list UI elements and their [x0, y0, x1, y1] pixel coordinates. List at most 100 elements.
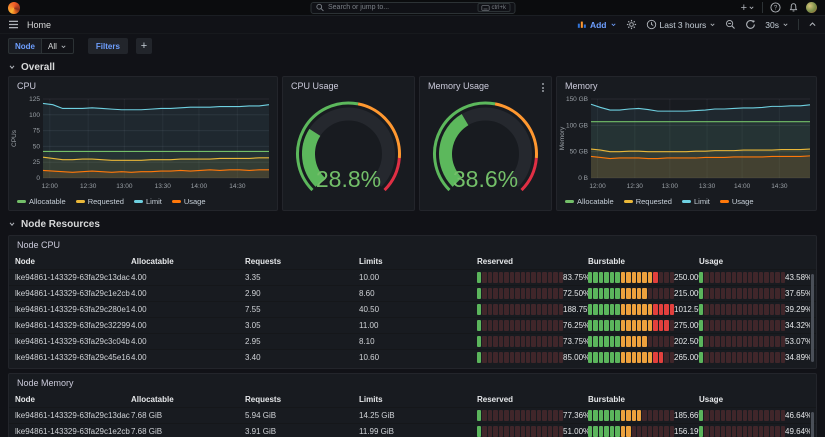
column-header[interactable]: Node — [15, 395, 131, 404]
variable-node: Node All — [8, 38, 74, 54]
gauge-value: 1012.50% — [674, 305, 699, 314]
gauge-value: 43.58% — [785, 273, 810, 282]
toolbar-right: Add Last 3 hours 30s — [577, 19, 817, 30]
chevron-down-icon — [710, 23, 715, 27]
legend-item[interactable]: Requested — [623, 197, 672, 206]
gauge-value: 34.89% — [785, 353, 810, 362]
svg-text:Memory: Memory — [559, 126, 566, 150]
column-header[interactable]: Usage — [699, 395, 810, 404]
filters-button[interactable]: Filters — [87, 38, 128, 54]
section-node-resources[interactable]: Node Resources — [8, 217, 817, 231]
gauge-value: 202.50% — [674, 337, 699, 346]
legend-item[interactable]: Requested — [75, 197, 124, 206]
dashboard-toolbar: Home Add Last 3 hours 30s — [0, 16, 825, 34]
add-filter-button[interactable]: + — [135, 38, 152, 54]
gauge-value: 37.65% — [785, 289, 810, 298]
panel-title[interactable]: CPU Usage — [283, 77, 414, 94]
chevron-down-icon — [61, 45, 66, 48]
panel-title[interactable]: Node Memory — [9, 374, 816, 391]
column-header[interactable]: Reserved — [477, 257, 588, 266]
time-range-picker[interactable]: Last 3 hours — [646, 19, 717, 30]
column-header[interactable]: Requests — [245, 395, 359, 404]
search-input[interactable]: Search or jump to... ctrl+k — [310, 1, 515, 14]
legend-item[interactable]: Limit — [133, 197, 162, 206]
svg-text:25: 25 — [33, 159, 41, 166]
column-header[interactable]: Limits — [359, 395, 477, 404]
new-button[interactable]: + — [741, 2, 755, 13]
panel-title[interactable]: Memory — [557, 77, 816, 94]
legend-item[interactable]: Usage — [171, 197, 206, 206]
table-scrollbar[interactable] — [811, 274, 814, 362]
legend-swatch — [623, 200, 633, 203]
gauge-value: 156.19% — [674, 427, 699, 436]
gauge-value: 250.00% — [674, 273, 699, 282]
table-header-row: Node Allocatable Requests Limits Reserved Bur… — [9, 391, 816, 407]
settings-gear-icon[interactable] — [626, 19, 637, 30]
column-header[interactable]: Burstable — [588, 395, 699, 404]
chart-legend: Allocatable Requested Limit Usage — [565, 197, 754, 206]
table-row: lke94861-143329-63fa29c32299 4.00 3.05 11.0… — [9, 317, 816, 333]
svg-text:12:30: 12:30 — [80, 183, 97, 190]
legend-swatch — [133, 200, 143, 203]
collapse-topbar-icon[interactable] — [808, 20, 817, 29]
lcd-gauge: 39.29% — [699, 304, 810, 315]
svg-text:14:00: 14:00 — [734, 183, 751, 190]
refresh-interval-picker[interactable]: 30s — [765, 20, 789, 30]
zoom-out-icon[interactable] — [725, 19, 736, 30]
svg-text:12:00: 12:00 — [589, 183, 606, 190]
column-header[interactable]: Allocatable — [131, 257, 245, 266]
column-header[interactable]: Node — [15, 257, 131, 266]
breadcrumb[interactable]: Home — [27, 20, 51, 30]
clock-icon — [646, 19, 656, 30]
svg-text:38.6%: 38.6% — [453, 166, 518, 192]
gauge-value: 72.50% — [563, 289, 588, 298]
section-chevron-icon — [9, 65, 15, 70]
lcd-gauge: 43.58% — [699, 272, 810, 283]
lcd-gauge: 51.00% — [477, 426, 588, 437]
panel-title[interactable]: Node CPU — [9, 236, 816, 253]
filters-row: Node All Filters + — [0, 34, 825, 58]
svg-text:13:30: 13:30 — [699, 183, 716, 190]
lcd-gauge: 37.65% — [699, 288, 810, 299]
lcd-gauge: 46.64% — [699, 410, 810, 421]
legend-item[interactable]: Allocatable — [17, 197, 66, 206]
notifications-bell-icon[interactable] — [788, 2, 799, 13]
table-row: lke94861-143329-63fa29c280e1 4.00 7.55 40.5… — [9, 301, 816, 317]
gauge-value: 34.32% — [785, 321, 810, 330]
panel-cpu: CPU 0 25 50 75 100 125 12:00 12:30 13:00 13:30 14:… — [8, 76, 278, 211]
gauge-value: 215.00% — [674, 289, 699, 298]
lcd-gauge: 73.75% — [477, 336, 588, 347]
svg-text:?: ? — [774, 5, 778, 12]
variable-value-dropdown[interactable]: All — [41, 38, 74, 54]
legend-item[interactable]: Limit — [681, 197, 710, 206]
table-row: lke94861-143329-63fa29c1e2cb 7.68 GiB 3.91… — [9, 423, 816, 437]
cpu-timeseries-chart: 0 25 50 75 100 125 12:00 12:30 13:00 13:30 14:00 14… — [11, 96, 270, 190]
gauge-value: 83.75% — [563, 273, 588, 282]
node-memory-table: Node Allocatable Requests Limits Reserved Bur… — [9, 391, 816, 437]
section-overall[interactable]: Overall — [8, 60, 817, 74]
svg-text:150 GB: 150 GB — [566, 96, 588, 103]
svg-text:CPUs: CPUs — [11, 129, 18, 147]
column-header[interactable]: Allocatable — [131, 395, 245, 404]
help-icon[interactable]: ? — [770, 2, 781, 13]
column-header[interactable]: Limits — [359, 257, 477, 266]
panel-title[interactable]: Memory Usage — [420, 77, 551, 94]
column-header[interactable]: Burstable — [588, 257, 699, 266]
legend-item[interactable]: Allocatable — [565, 197, 614, 206]
refresh-icon[interactable] — [745, 19, 756, 30]
user-avatar[interactable] — [806, 2, 817, 13]
add-panel-button[interactable]: Add — [577, 20, 617, 30]
table-scrollbar[interactable] — [811, 412, 814, 437]
panel-menu-kebab-icon[interactable] — [540, 81, 546, 94]
column-header[interactable]: Usage — [699, 257, 810, 266]
grafana-logo[interactable] — [8, 1, 20, 14]
legend-item[interactable]: Usage — [719, 197, 754, 206]
gauge-value: 39.29% — [785, 305, 810, 314]
panel-node-cpu: Node CPU Node Allocatable Requests Limits Re… — [8, 235, 817, 369]
menu-toggle-icon[interactable] — [8, 20, 19, 29]
lcd-gauge: 156.19% — [588, 426, 699, 437]
column-header[interactable]: Requests — [245, 257, 359, 266]
shortcut-badge: ctrl+k — [477, 3, 510, 12]
panel-title[interactable]: CPU — [9, 77, 277, 94]
column-header[interactable]: Reserved — [477, 395, 588, 404]
